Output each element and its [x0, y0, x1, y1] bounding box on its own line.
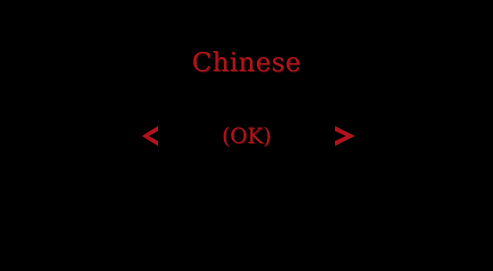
next-language-button[interactable]: [333, 123, 357, 149]
language-select-screen: Chinese (OK): [0, 0, 493, 271]
language-name: Chinese: [191, 48, 302, 78]
language-status: (OK): [221, 124, 272, 148]
chevron-right-icon: [335, 126, 355, 146]
